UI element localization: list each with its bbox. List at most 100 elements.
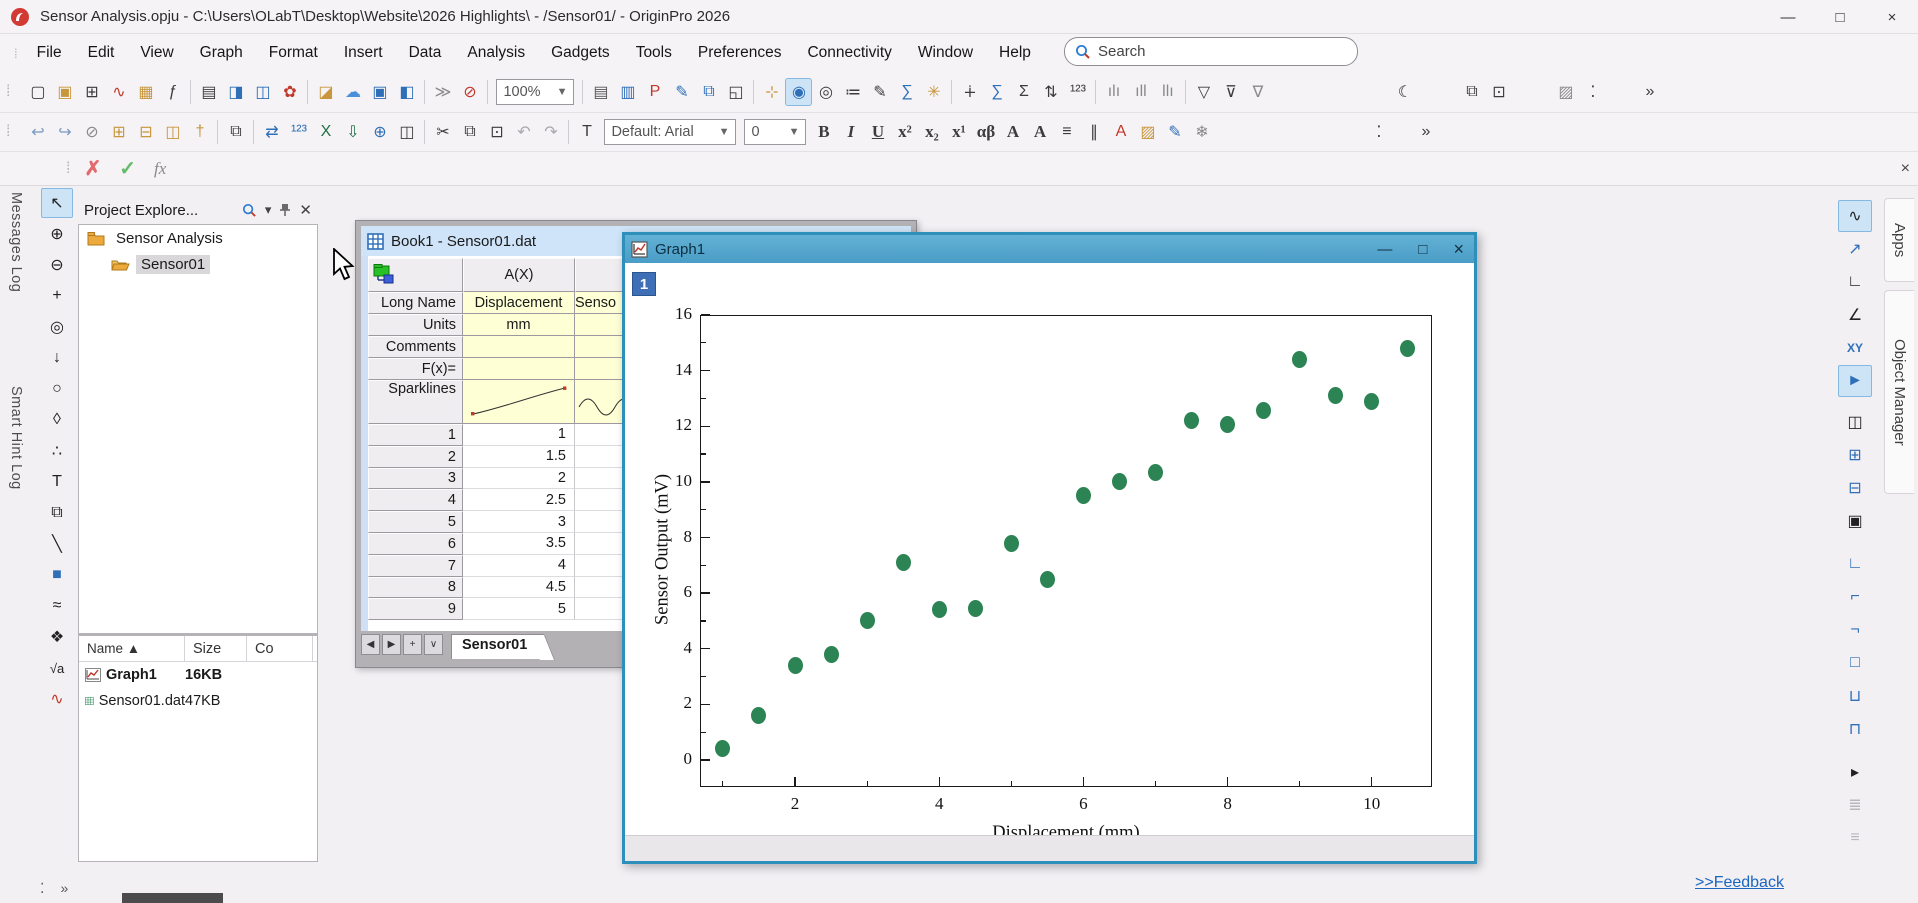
format-underline-icon[interactable]: U [864,118,891,146]
formula-bar-handle[interactable]: ⁞ [66,160,70,178]
new-matrix-icon[interactable]: ▦ [132,78,159,106]
sheet-nav-left-icon[interactable]: ◀ [361,634,380,655]
search-box[interactable] [1064,37,1358,66]
web-import-icon[interactable]: ⊕ [366,118,393,146]
tab-apps[interactable]: Apps [1884,198,1914,282]
layer-arrange-b-icon[interactable]: ≡ [1838,822,1872,854]
format-supersubscript-icon[interactable]: x¹ [945,118,972,146]
pan-tool-icon[interactable]: ❖ [41,622,73,652]
copy-graph-icon[interactable]: ⧉ [695,78,722,106]
window-copies-icon[interactable]: ◫ [393,118,420,146]
graph-minimize-icon[interactable]: — [1377,241,1392,258]
cell-a-6[interactable]: 3.5 [463,533,575,555]
format-font-larger-icon[interactable]: A [999,118,1026,146]
region-select-icon[interactable]: ○ [41,374,73,404]
maximize-button[interactable]: □ [1814,0,1866,34]
paste-icon[interactable]: ⊡ [483,118,510,146]
graph-object-tool-icon[interactable]: ⧉ [41,498,73,528]
rectangle-tool-icon[interactable]: ■ [41,560,73,590]
menu-graph[interactable]: Graph [187,38,256,68]
stack-windows-icon[interactable]: ▣ [1838,505,1872,537]
sheet-add-icon[interactable]: + [403,634,422,655]
zoom-level-combo[interactable]: 100%▼ [496,79,574,105]
add-column-icon[interactable]: ∔ [956,78,983,106]
more-tb1-icon[interactable]: ⁚ [1579,78,1606,106]
new-notes-icon[interactable]: ▤ [195,78,222,106]
formula-cancel-icon[interactable]: ✗ [84,156,101,181]
command-window-icon[interactable]: ∑ [893,78,920,106]
menu-view[interactable]: View [127,38,186,68]
formula-fx-icon[interactable]: fx [154,159,166,179]
new-graph-icon[interactable]: ∿ [105,78,132,106]
axis-scale-icon[interactable]: ∟ [1838,266,1872,298]
fill-color-icon[interactable]: ▨ [1134,118,1161,146]
align-icon[interactable]: ≡ [1053,118,1080,146]
file-list-row-graph1[interactable]: Graph116KB [79,662,317,688]
axis-ticks-icon[interactable]: ∠ [1838,299,1872,331]
worksheet-origin-cell[interactable] [368,258,463,292]
graph-close-icon[interactable]: × [1453,239,1464,260]
mask-tool-icon[interactable]: ◊ [41,405,73,435]
swap-xy-icon[interactable]: XY [1838,332,1872,364]
overflow-tb2-icon[interactable]: » [1412,118,1439,146]
project-diagram-icon[interactable]: ⊹ [758,78,785,106]
template-library-icon[interactable]: ∿ [1838,200,1872,232]
minimize-button[interactable]: — [1762,0,1814,34]
cell-a-7[interactable]: 4 [463,555,575,577]
axis-frame-open-top-icon[interactable]: ⊔ [1838,680,1872,712]
copy-page-icon[interactable]: ◱ [722,78,749,106]
import-data-icon[interactable]: ⇩ [339,118,366,146]
text-tool-icon[interactable]: T [41,467,73,497]
menu-help[interactable]: Help [986,38,1044,68]
more-tools-icon[interactable]: ⁚ [40,880,44,897]
chevron-down-icon[interactable]: ▾ [265,202,272,218]
merge-graphs-icon[interactable]: ◫ [159,118,186,146]
menu-window[interactable]: Window [905,38,986,68]
powerpoint-icon[interactable]: P [641,78,668,106]
import-wizard-icon[interactable]: ✿ [276,78,303,106]
cell-a-9[interactable]: 5 [463,598,575,620]
font-tool-icon[interactable]: T [573,118,600,146]
filter-lock-icon[interactable]: ⊽ [1217,78,1244,106]
axis-frame-open-bottom-icon[interactable]: ⊓ [1838,713,1872,745]
graph-maximize-icon[interactable]: □ [1418,241,1427,258]
sheet-list-icon[interactable]: ∨ [424,634,443,655]
mini-expand-icon[interactable]: ▸ [1838,756,1872,788]
copy-format-icon[interactable]: ⧉ [1458,78,1485,106]
filter-reapply-icon[interactable]: ∇ [1244,78,1271,106]
panel-grid-icon[interactable]: ⊞ [1838,439,1872,471]
format-superscript-icon[interactable]: x² [891,118,918,146]
close-button[interactable]: × [1866,0,1918,34]
menu-file[interactable]: File [24,38,75,68]
sort-icon[interactable]: ⇅ [1037,78,1064,106]
zoom-in-tool-icon[interactable]: ⊕ [41,219,73,249]
new-folder-icon[interactable]: ▣ [51,78,78,106]
more-tb2-icon[interactable]: ⁚ [1365,118,1392,146]
set-col-values-icon[interactable]: ¹²³ [285,118,312,146]
print-icon[interactable]: ▤ [587,78,614,106]
feedback-link[interactable]: >>Feedback [1695,874,1784,892]
sheet-tab-sensor01[interactable]: Sensor01 [451,634,544,659]
menu-connectivity[interactable]: Connectivity [794,38,904,68]
cell-a-1[interactable]: 1 [463,424,575,446]
file-list-row-sensor01.dat[interactable]: Sensor01.dat47KB [79,688,317,714]
menu-data[interactable]: Data [396,38,455,68]
format-italic-icon[interactable]: I [837,118,864,146]
graph-titlebar[interactable]: Graph1 — □ × [625,235,1474,263]
font-name-combo[interactable]: Default: Arial▼ [604,119,736,145]
polyline-tool-icon[interactable]: ≈ [41,591,73,621]
move-columns-icon[interactable]: ⇄ [258,118,285,146]
overflow-tb1-icon[interactable]: » [1636,78,1663,106]
new-project-icon[interactable]: ▢ [24,78,51,106]
axis-frame-tl-icon[interactable]: ⌐ [1838,581,1872,613]
formula-apply-icon[interactable]: ✓ [119,156,136,181]
filter-icon[interactable]: ▽ [1190,78,1217,106]
save-window-icon[interactable]: ◧ [393,78,420,106]
tab-smart-hint-log[interactable]: Smart Hint Log [8,386,24,490]
screen-reader-icon[interactable]: + [41,281,73,311]
pin-icon[interactable]: † [186,118,213,146]
dark-mode-icon[interactable]: ☾ [1391,78,1418,106]
format-bold-icon[interactable]: B [810,118,837,146]
column-plot-icon[interactable]: ılı [1100,78,1127,106]
line-color-icon[interactable]: ✎ [1161,118,1188,146]
